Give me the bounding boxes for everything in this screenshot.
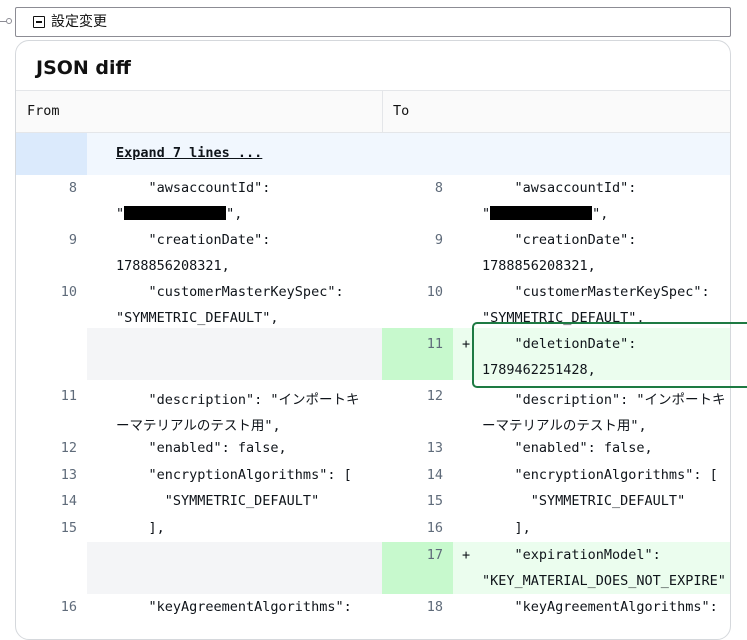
to-column-header: To — [393, 103, 410, 119]
line-number: 16 — [426, 520, 443, 536]
redacted-value — [124, 205, 227, 220]
code-line: "awsaccountId": — [116, 180, 271, 196]
code-line: "creationDate": — [116, 232, 271, 248]
code-line: "enabled": false, — [116, 440, 287, 456]
code-line: "description": "インポートキ — [482, 392, 726, 408]
line-number: 10 — [426, 284, 443, 300]
diff-body: 8 "awsaccountId": " ", 8 "awsaccountId": … — [16, 175, 730, 639]
code-line: ーマテリアルのテスト用", — [482, 418, 647, 434]
code-line: "encryptionAlgorithms": [ — [116, 467, 352, 483]
line-number: 9 — [68, 232, 77, 248]
code-line: "description": "インポートキ — [116, 392, 360, 408]
added-marker: + — [462, 336, 471, 352]
line-number: 17 — [426, 547, 443, 563]
line-number: 14 — [60, 493, 77, 509]
code-line: 1788856208321, — [482, 258, 596, 274]
line-number: 11 — [60, 388, 77, 404]
line-number: 9 — [434, 232, 443, 248]
highlight-annotation — [472, 322, 747, 388]
expand-lines-link[interactable]: Expand 7 lines ... — [116, 145, 262, 161]
code-line: "SYMMETRIC_DEFAULT", — [116, 310, 279, 326]
code-line: "creationDate": — [482, 232, 637, 248]
line-number: 10 — [60, 284, 77, 300]
collapse-icon[interactable] — [33, 16, 45, 28]
line-number: 8 — [68, 180, 77, 196]
code-line: "SYMMETRIC_DEFAULT" — [482, 493, 686, 509]
empty-left-block — [87, 542, 382, 594]
code-line: "awsaccountId": — [482, 180, 637, 196]
line-number: 8 — [434, 180, 443, 196]
line-number: 12 — [426, 388, 443, 404]
line-number: 14 — [426, 467, 443, 483]
settings-change-header[interactable]: 設定変更 — [15, 7, 731, 37]
code-line: "KEY_MATERIAL_DOES_NOT_EXPIRE" — [482, 573, 726, 589]
code-line: "encryptionAlgorithms": [ — [482, 467, 718, 483]
code-line: "SYMMETRIC_DEFAULT" — [116, 493, 320, 509]
code-line: ], — [482, 520, 531, 536]
column-divider — [382, 91, 383, 134]
code-line: "enabled": false, — [482, 440, 653, 456]
line-number: 16 — [60, 599, 77, 615]
from-column-header: From — [27, 103, 60, 119]
line-number: 15 — [60, 520, 77, 536]
empty-left-block — [87, 328, 382, 380]
code-line: "customerMasterKeySpec": — [482, 284, 710, 300]
added-marker: + — [462, 547, 471, 563]
redacted-value — [490, 205, 593, 220]
code-line: " ", — [482, 205, 609, 222]
code-line: ], — [116, 520, 165, 536]
line-number: 13 — [426, 440, 443, 456]
column-headers: From To — [16, 90, 730, 134]
line-number: 18 — [426, 599, 443, 615]
code-line: "customerMasterKeySpec": — [116, 284, 344, 300]
code-line: ーマテリアルのテスト用", — [116, 418, 281, 434]
line-number: 13 — [60, 467, 77, 483]
code-line: "keyAgreementAlgorithms": — [116, 599, 352, 615]
code-line: 1788856208321, — [116, 258, 230, 274]
tree-connector-dot — [6, 18, 12, 24]
line-number: 15 — [426, 493, 443, 509]
line-number: 11 — [426, 336, 443, 352]
expand-gutter — [16, 133, 87, 175]
panel-title: JSON diff — [36, 57, 131, 79]
line-number: 12 — [60, 440, 77, 456]
expand-row: Expand 7 lines ... — [16, 133, 730, 175]
code-line: "expirationModel": — [482, 547, 661, 563]
code-line: "keyAgreementAlgorithms": — [482, 599, 718, 615]
code-line: " ", — [116, 205, 243, 222]
section-title: 設定変更 — [51, 14, 107, 30]
